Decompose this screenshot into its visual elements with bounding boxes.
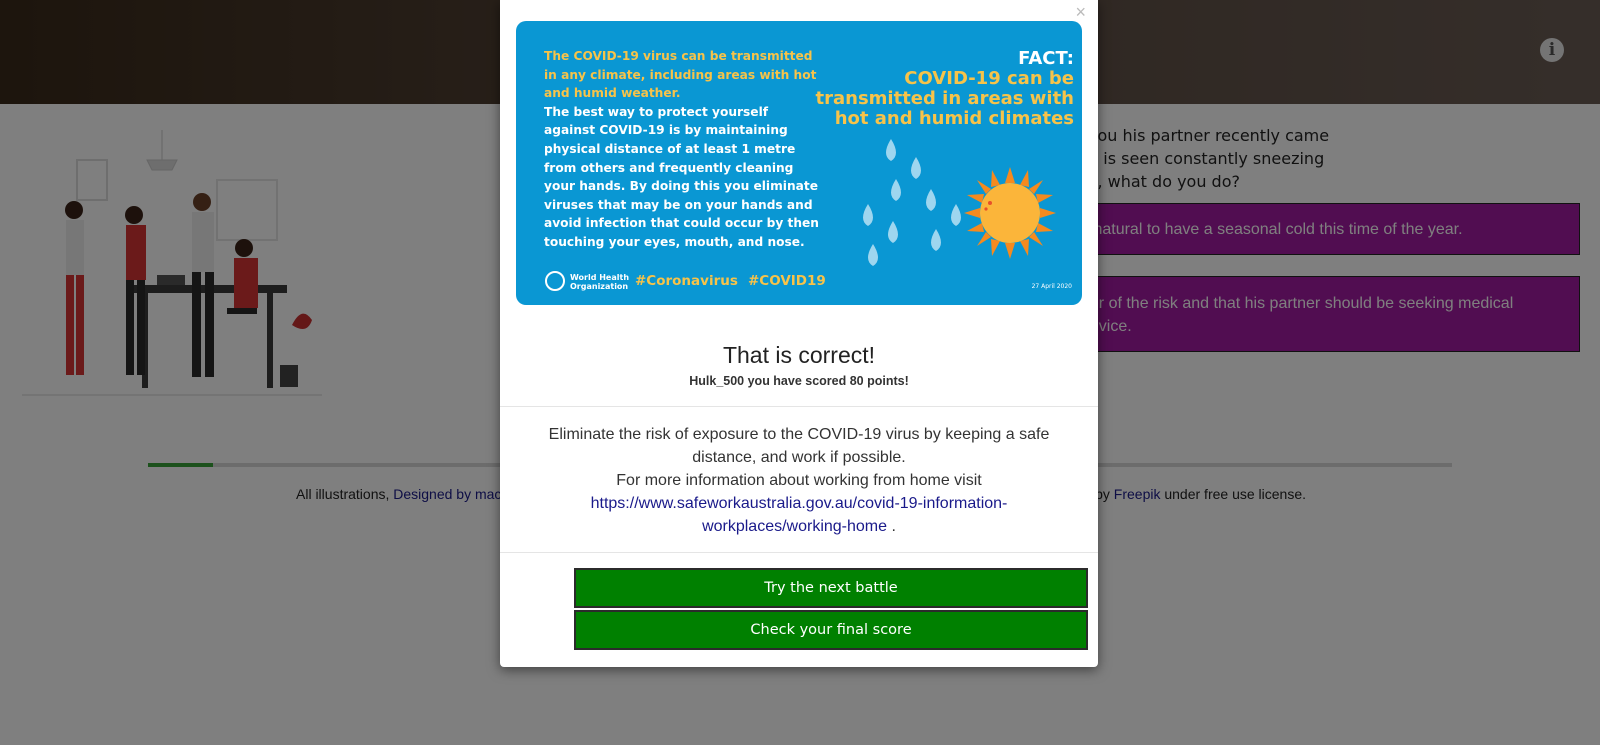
fact-headline: COVID-19 can be transmitted in areas wit… xyxy=(815,68,1074,129)
final-score-button[interactable]: Check your final score xyxy=(574,610,1088,650)
who-fact-card: The COVID-19 virus can be transmitted in… xyxy=(516,21,1082,305)
hashtag-covid19: #COVID19 xyxy=(748,273,826,289)
message-end: . xyxy=(891,518,896,535)
message-line: For more information about working from … xyxy=(616,472,982,489)
result-score: Hulk_500 you have scored 80 points! xyxy=(689,374,909,388)
result-message: Eliminate the risk of exposure to the CO… xyxy=(530,423,1068,538)
sun-icon xyxy=(964,167,1056,259)
card-date: 27 April 2020 xyxy=(1031,283,1072,290)
safework-link[interactable]: https://www.safeworkaustralia.gov.au/cov… xyxy=(591,495,1008,535)
fact-lead: The COVID-19 virus can be transmitted in… xyxy=(544,49,817,101)
who-logo-text: World Health Organization xyxy=(570,273,630,291)
fact-text: The best way to protect yourself against… xyxy=(544,104,819,249)
message-line: Eliminate the risk of exposure to the CO… xyxy=(548,426,1050,466)
fact-body: The COVID-19 virus can be transmitted in… xyxy=(544,47,819,252)
hashtag-coronavirus: #Coronavirus xyxy=(635,273,738,289)
result-modal: × The COVID-19 virus can be transmitted … xyxy=(500,0,1098,667)
who-globe-icon xyxy=(545,271,565,291)
next-battle-button[interactable]: Try the next battle xyxy=(574,568,1088,608)
fact-label: FACT: xyxy=(1018,48,1074,69)
close-icon[interactable]: × xyxy=(1075,2,1086,23)
raindrops-icon xyxy=(863,139,961,266)
result-title: That is correct! xyxy=(722,342,876,368)
modal-divider xyxy=(500,552,1098,553)
modal-divider xyxy=(500,406,1098,407)
